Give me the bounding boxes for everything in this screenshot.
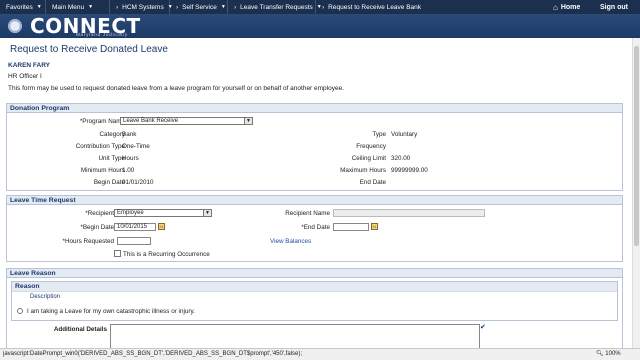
nav-main-menu[interactable]: Main Menu ▼	[46, 0, 110, 14]
intro-text: This form may be used to request donated…	[8, 85, 345, 92]
home-label: Home	[560, 3, 581, 11]
frequency-label: Frequency	[356, 143, 386, 150]
section-heading: Leave Time Request	[7, 196, 622, 205]
nav-hcm-label: HCM Systems	[122, 3, 164, 11]
maximum-hours-value: 99999999.00	[391, 167, 428, 174]
vertical-scrollbar[interactable]	[632, 38, 640, 348]
additional-details-textarea[interactable]	[110, 324, 480, 348]
nav-current-label: Request to Receive Leave Bank	[328, 3, 422, 11]
breadcrumb-separator: ›	[116, 3, 119, 11]
minimum-hours-label: Minimum Hours	[80, 167, 125, 174]
nav-leave-transfer[interactable]: › Leave Transfer Requests ▼	[228, 0, 322, 14]
view-balances-link[interactable]: View Balances	[270, 238, 311, 245]
end-date-label: *End Date	[301, 224, 330, 231]
nav-current-page[interactable]: › Request to Receive Leave Bank	[316, 0, 427, 14]
contribution-type-label: Contribution Type	[75, 143, 125, 150]
nav-favorites-label: Favorites	[6, 3, 33, 11]
reason-option-1: I am taking a Leave for my own catastrop…	[27, 308, 195, 315]
program-name-label: *Program Name	[79, 118, 125, 125]
begin-date-label: *Begin Date	[80, 224, 114, 231]
maximum-hours-label: Maximum Hours	[340, 167, 386, 174]
section-heading: Donation Program	[7, 104, 622, 113]
top-nav-bar: Favorites ▼ Main Menu ▼ › HCM Systems ▼ › Sel…	[0, 0, 640, 14]
begin-date-field[interactable]: 10/01/2015	[114, 223, 156, 231]
recipient-select[interactable]: Employee ▼	[114, 209, 212, 217]
spellcheck-icon[interactable]: ✔	[480, 323, 486, 331]
home-icon: ⌂	[553, 2, 558, 12]
nav-self-service[interactable]: › Self Service ▼	[170, 0, 228, 14]
donation-program-section: Donation Program *Program Name Leave Ban…	[6, 103, 623, 191]
app-logo-subtitle: Maryland Judiciary	[76, 32, 128, 37]
zoom-value: 100%	[605, 351, 621, 357]
nav-self-service-label: Self Service	[182, 3, 217, 11]
judiciary-seal-icon	[4, 15, 26, 37]
main-content: Request to Receive Donated Leave KAREN F…	[0, 38, 632, 348]
program-name-value: Leave Bank Receive	[123, 118, 179, 124]
chevron-down-icon: ▼	[244, 118, 252, 124]
reason-grid-heading: Reason	[12, 282, 617, 291]
ceiling-limit-label: Ceiling Limit	[351, 155, 386, 162]
status-text: javascript:DatePrompt_win0('DERIVED_ABS_…	[3, 351, 302, 357]
browser-status-bar: javascript:DatePrompt_win0('DERIVED_ABS_…	[0, 348, 640, 360]
breadcrumb-separator: ›	[322, 3, 325, 11]
chevron-down-icon: ▼	[220, 4, 226, 10]
recurring-checkbox[interactable]	[114, 250, 121, 257]
program-name-select[interactable]: Leave Bank Receive ▼	[120, 117, 253, 125]
leave-time-request-section: Leave Time Request *Recipient Employee ▼…	[6, 195, 623, 262]
nav-main-menu-label: Main Menu	[52, 3, 85, 11]
ceiling-limit-value: 320.00	[391, 155, 411, 162]
unit-type-value: Hours	[122, 155, 139, 162]
breadcrumb-separator: ›	[234, 3, 237, 11]
chevron-down-icon: ▼	[88, 4, 94, 10]
chevron-down-icon: ▼	[36, 4, 42, 10]
nav-hcm-systems[interactable]: › HCM Systems ▼	[110, 0, 173, 14]
section-heading: Leave Reason	[7, 269, 622, 278]
begin-date-label: Begin Date	[93, 179, 125, 186]
hours-requested-label: *Hours Requested	[62, 238, 114, 245]
recurring-label: This is a Recurring Occurrence	[123, 251, 210, 258]
minimum-hours-value: 1.00	[122, 167, 135, 174]
header-banner: CONNECT Maryland Judiciary	[0, 14, 640, 38]
type-label: Type	[372, 131, 386, 138]
employee-title: HR Officer I	[8, 73, 42, 80]
zoom-icon: 🔍︎	[596, 351, 604, 357]
employee-name: KAREN FARY	[8, 62, 51, 69]
recipient-name-field[interactable]	[333, 209, 485, 217]
end-date-label: End Date	[359, 179, 386, 186]
sign-out-link[interactable]: Sign out	[600, 0, 628, 14]
reason-radio-1[interactable]	[17, 308, 23, 314]
description-column-header: Description	[12, 291, 617, 301]
scrollbar-thumb[interactable]	[634, 46, 639, 246]
recipient-name-label: Recipient Name	[285, 210, 330, 217]
contribution-type-value: One-Time	[122, 143, 150, 150]
type-value: Voluntary	[391, 131, 418, 138]
recipient-value: Employee	[117, 210, 144, 216]
category-value: Bank	[122, 131, 137, 138]
recipient-label: *Recipient	[85, 210, 114, 217]
calendar-icon[interactable]: 31	[158, 223, 165, 230]
leave-reason-section: Leave Reason Reason Description I am tak…	[6, 268, 623, 348]
reason-grid: Reason Description I am taking a Leave f…	[11, 281, 618, 321]
end-date-field[interactable]	[333, 223, 369, 231]
chevron-down-icon: ▼	[203, 210, 211, 216]
nav-favorites[interactable]: Favorites ▼	[0, 0, 46, 14]
begin-date-value: 01/01/2010	[122, 179, 154, 186]
zoom-level[interactable]: 🔍︎ 100%	[596, 349, 621, 360]
calendar-icon[interactable]: 31	[371, 223, 378, 230]
breadcrumb-separator: ›	[176, 3, 179, 11]
nav-leave-transfer-label: Leave Transfer Requests	[240, 3, 313, 11]
additional-details-label: Additional Details	[53, 326, 107, 333]
home-link[interactable]: ⌂ Home	[553, 0, 580, 14]
hours-requested-field[interactable]	[117, 237, 151, 245]
page-title: Request to Receive Donated Leave	[10, 44, 168, 55]
